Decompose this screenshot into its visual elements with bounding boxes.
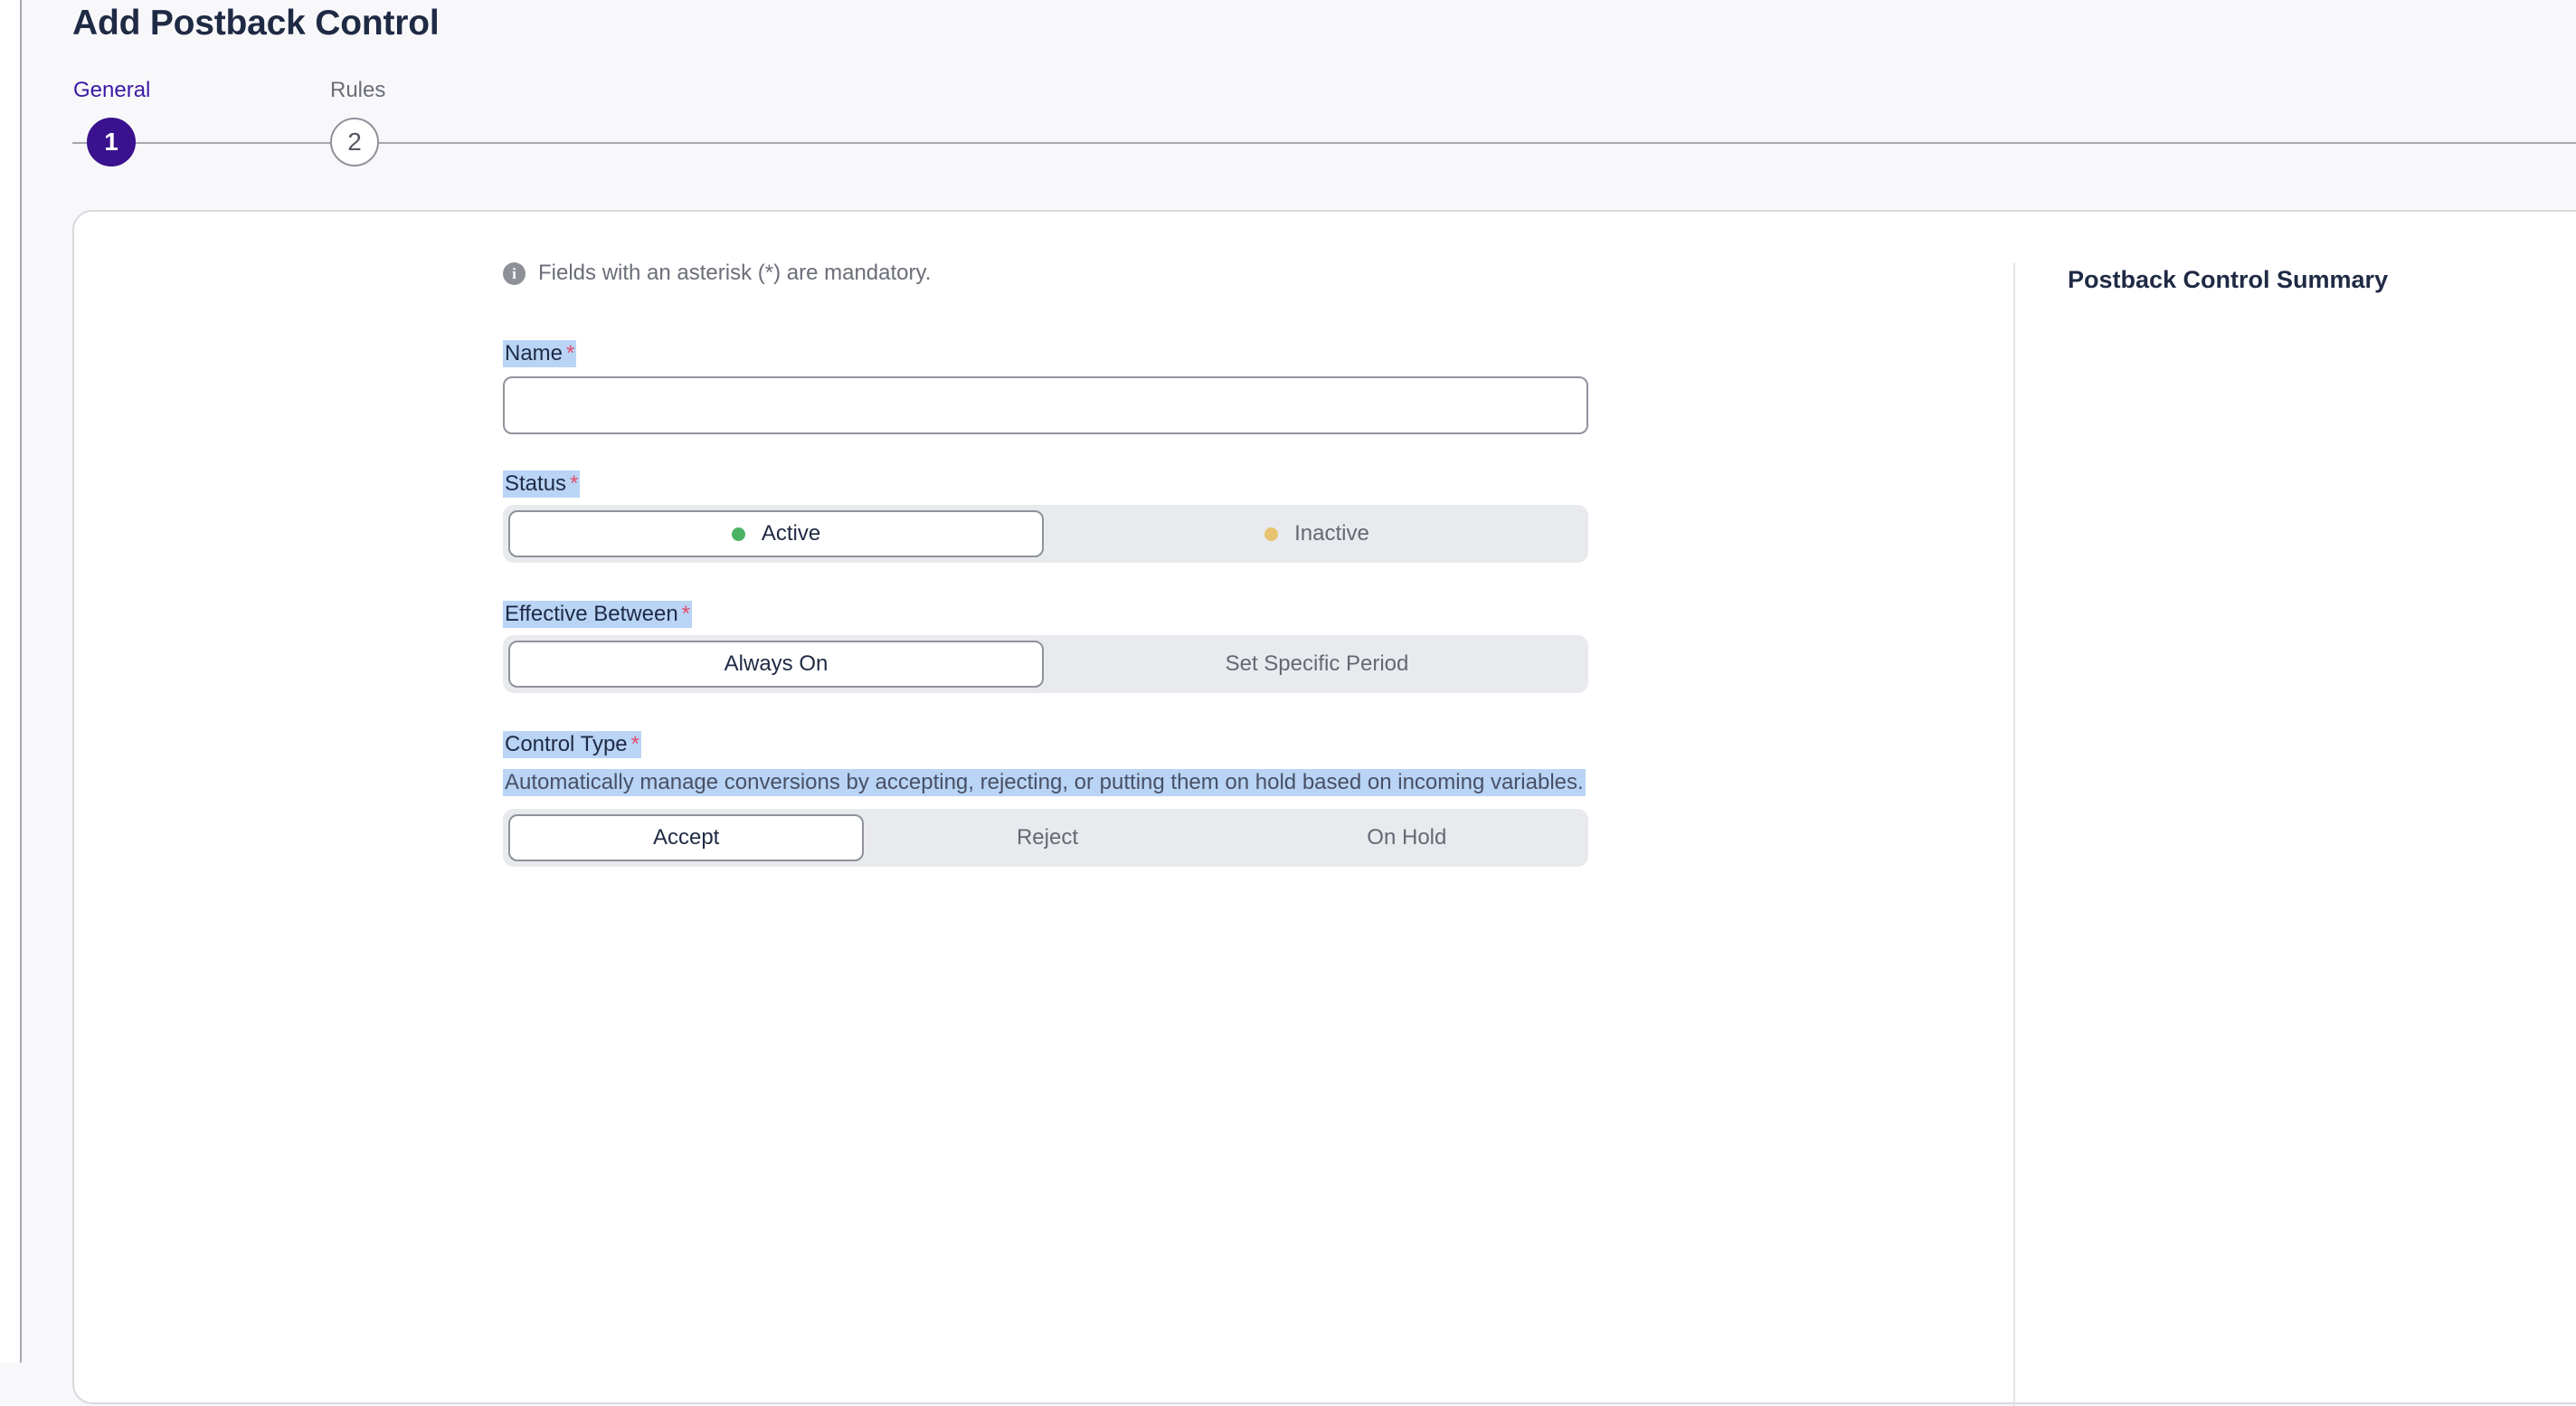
stepper-line	[72, 142, 2576, 144]
step-general-indicator[interactable]: 1	[87, 118, 136, 166]
name-label: Name *	[503, 340, 577, 367]
name-input[interactable]	[503, 376, 1588, 434]
effective-between-label: Effective Between *	[503, 601, 693, 628]
effective-option-specific-period[interactable]: Set Specific Period	[1051, 641, 1583, 688]
left-sidebar-rail	[0, 0, 22, 1363]
step-rules-indicator[interactable]: 2	[330, 118, 379, 166]
status-option-active[interactable]: Active	[508, 510, 1044, 557]
status-toggle: Active Inactive	[503, 505, 1588, 563]
inactive-status-dot-icon	[1264, 527, 1279, 541]
form-card: i Fields with an asterisk (*) are mandat…	[72, 210, 2576, 1406]
control-type-required-marker: *	[630, 732, 639, 756]
status-label: Status *	[503, 470, 581, 498]
mandatory-info-row: i Fields with an asterisk (*) are mandat…	[503, 261, 931, 286]
mandatory-info-text: Fields with an asterisk (*) are mandator…	[538, 261, 932, 285]
page-title: Add Postback Control	[72, 4, 440, 43]
control-type-help-text: Automatically manage conversions by acce…	[503, 769, 1586, 796]
wizard-stepper: General 1 Rules 2	[72, 74, 2576, 174]
control-option-accept[interactable]: Accept	[508, 814, 865, 861]
summary-title: Postback Control Summary	[2068, 266, 2389, 293]
control-option-on-hold[interactable]: On Hold	[1231, 814, 1583, 861]
status-required-marker: *	[570, 471, 579, 496]
summary-divider	[2013, 262, 2015, 1406]
control-option-reject[interactable]: Reject	[871, 814, 1223, 861]
name-required-marker: *	[566, 341, 575, 366]
active-status-dot-icon	[731, 527, 745, 541]
step-general-label[interactable]: General	[73, 78, 150, 103]
control-type-toggle: Accept Reject On Hold	[503, 809, 1588, 867]
status-option-inactive[interactable]: Inactive	[1051, 510, 1583, 557]
effective-between-required-marker: *	[681, 602, 691, 626]
effective-option-always-on[interactable]: Always On	[508, 641, 1044, 688]
effective-between-toggle: Always On Set Specific Period	[503, 635, 1588, 693]
step-rules-label[interactable]: Rules	[330, 78, 385, 103]
control-type-label: Control Type *	[503, 731, 641, 758]
info-icon: i	[503, 261, 526, 285]
